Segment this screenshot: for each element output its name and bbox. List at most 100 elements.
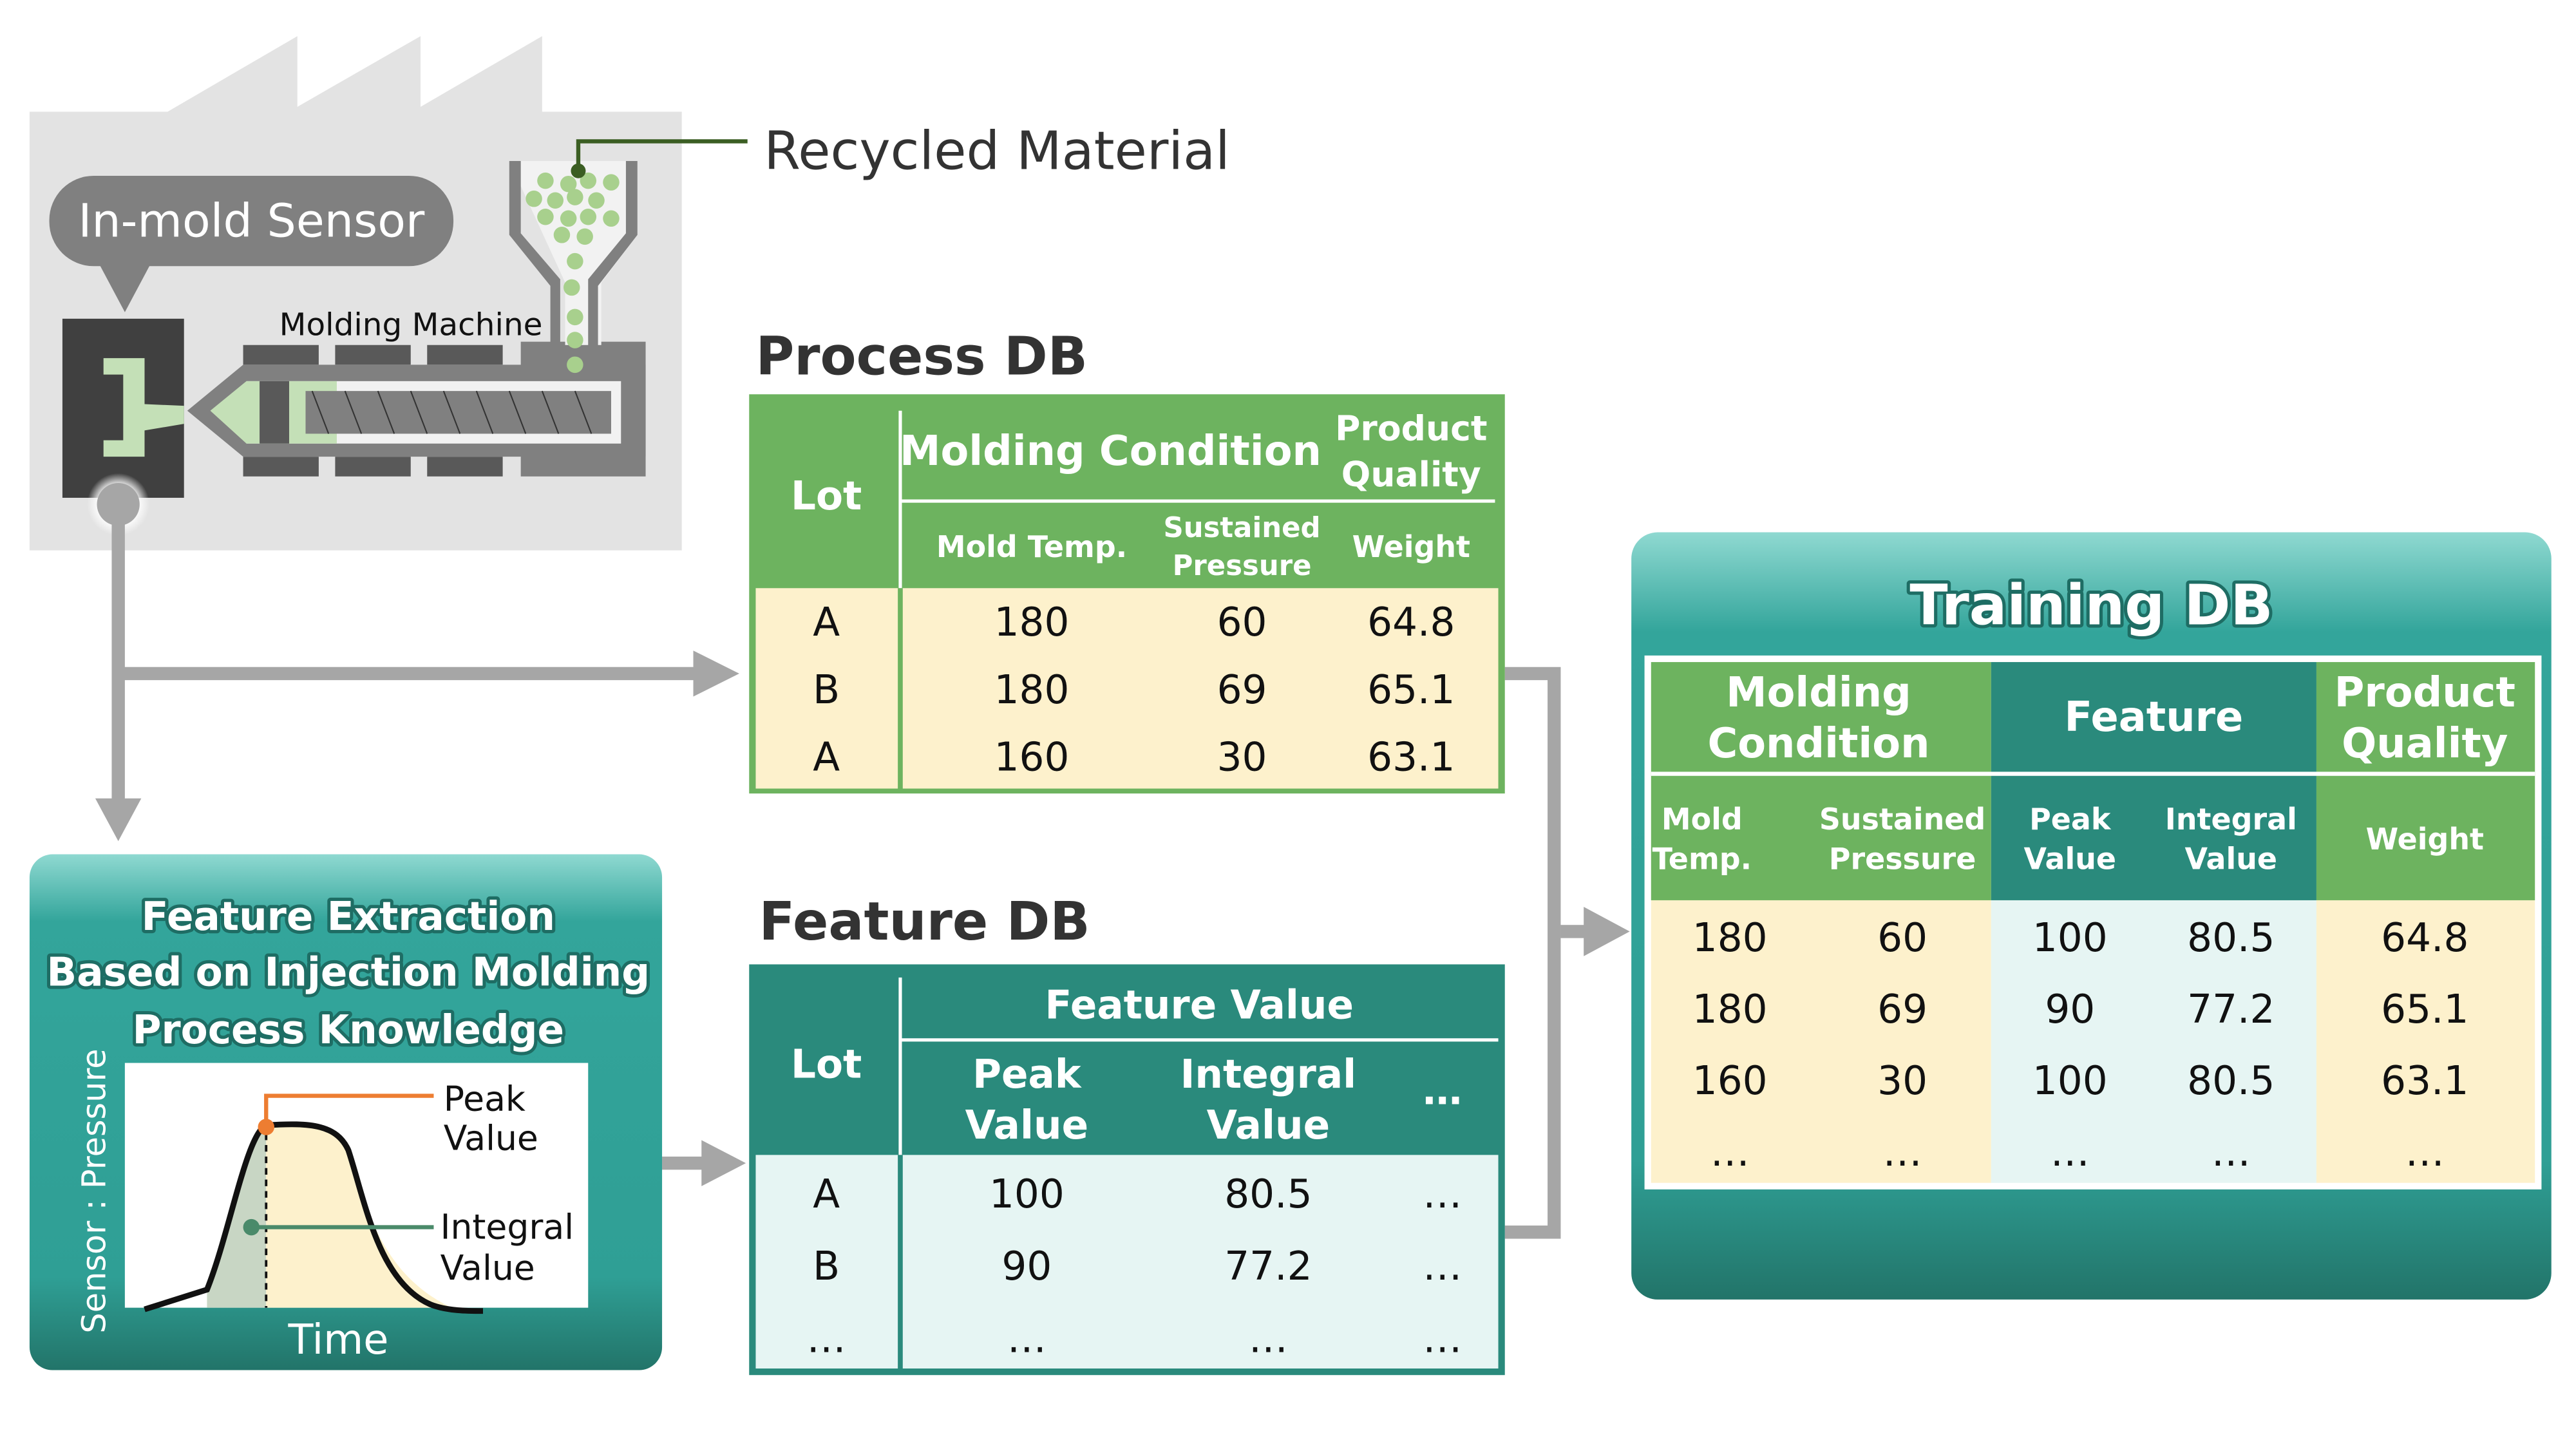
header-more: … xyxy=(1423,1068,1462,1113)
table-cell: 77.2 xyxy=(2187,987,2275,1032)
table-cell: A xyxy=(813,600,840,645)
table-cell: 64.8 xyxy=(1367,600,1455,645)
header-product-quality-2: Quality xyxy=(1341,454,1481,495)
header-integral-value-2: Value xyxy=(1207,1103,1330,1148)
in-mold-sensor-label: In-mold Sensor xyxy=(78,194,425,247)
table-cell: 65.1 xyxy=(1367,667,1455,713)
table-cell: … xyxy=(807,1316,846,1361)
arrow-right-to-feature-db xyxy=(701,1140,746,1186)
table-cell: 100 xyxy=(2032,1058,2108,1104)
molding-machine-label: Molding Machine xyxy=(279,307,543,343)
extraction-title-line-3: Process Knowledge xyxy=(133,1007,564,1053)
table-cell: 180 xyxy=(1692,915,1768,961)
x-axis-label: Time xyxy=(287,1316,388,1364)
table-cell: 69 xyxy=(1877,987,1927,1032)
table-cell: … xyxy=(1710,1130,1750,1175)
header-peak-value: Peak xyxy=(972,1052,1082,1097)
table-cell: 80.5 xyxy=(1224,1171,1312,1217)
arrow-right-to-process-db xyxy=(693,650,739,697)
subheader: Value xyxy=(2024,841,2117,876)
table-cell: 180 xyxy=(1692,987,1768,1032)
table-cell: … xyxy=(1423,1316,1462,1361)
table-cell: 180 xyxy=(994,667,1070,713)
table-cell: … xyxy=(2050,1130,2090,1175)
arrow-right-to-training-db xyxy=(1584,907,1630,956)
table-cell: … xyxy=(1249,1316,1288,1361)
extraction-title-line-2: Based on Injection Molding xyxy=(47,950,650,996)
table-cell: 63.1 xyxy=(1367,734,1455,780)
process-db: Process DB Lot Molding Condition Product… xyxy=(749,327,1505,794)
table-cell: … xyxy=(2405,1130,2445,1175)
table-cell: … xyxy=(1423,1244,1462,1289)
peak-value-label-2: Value xyxy=(444,1118,538,1159)
table-cell: A xyxy=(813,1171,840,1217)
peak-value-label: Peak xyxy=(444,1078,526,1119)
feature-extraction-panel: Feature Extraction Based on Injection Mo… xyxy=(29,854,663,1370)
table-cell: 100 xyxy=(2032,915,2108,961)
mold-icon xyxy=(62,318,184,498)
table-cell: 30 xyxy=(1217,734,1267,780)
integral-value-label: Integral xyxy=(440,1206,574,1247)
feature-db-title: Feature DB xyxy=(759,891,1090,952)
group-product-quality: Product xyxy=(2334,669,2515,717)
header-integral-value: Integral xyxy=(1180,1052,1356,1097)
table-cell: 90 xyxy=(2045,987,2095,1032)
subheader: Temp. xyxy=(1653,841,1752,876)
merge-connector xyxy=(1504,667,1561,1239)
training-db-title: Training DB xyxy=(1909,573,2273,638)
table-cell: 77.2 xyxy=(1224,1244,1312,1289)
table-cell: 90 xyxy=(1001,1244,1052,1289)
material-leader-dot xyxy=(571,163,586,178)
table-cell: 60 xyxy=(1217,600,1267,645)
table-cell: … xyxy=(2211,1130,2251,1175)
table-cell: 100 xyxy=(989,1171,1065,1217)
header-lot: Lot xyxy=(791,473,862,519)
table-cell: … xyxy=(1882,1130,1922,1175)
sensor-icon xyxy=(97,483,140,526)
subheader: Integral xyxy=(2165,802,2297,837)
header-sustained-pressure-2: Pressure xyxy=(1173,550,1312,582)
subheader: Sustained xyxy=(1819,802,1985,837)
table-cell: 65.1 xyxy=(2381,987,2468,1032)
subheader: Mold xyxy=(1662,802,1743,837)
header-sustained-pressure: Sustained xyxy=(1164,512,1321,544)
header-product-quality: Product xyxy=(1335,408,1487,449)
table-cell: 180 xyxy=(994,600,1070,645)
table-cell: … xyxy=(1423,1171,1462,1217)
header-molding-condition: Molding Condition xyxy=(900,428,1321,475)
group-molding-condition: Molding xyxy=(1726,669,1911,717)
subheader: Value xyxy=(2185,841,2278,876)
peak-marker xyxy=(258,1119,275,1135)
table-cell: B xyxy=(813,667,840,713)
header-feature-value: Feature Value xyxy=(1045,983,1354,1028)
table-cell: 160 xyxy=(994,734,1070,780)
table-cell: 80.5 xyxy=(2187,915,2275,961)
table-cell: 80.5 xyxy=(2187,1058,2275,1104)
group-product-quality-2: Quality xyxy=(2342,720,2508,768)
table-cell: A xyxy=(813,734,840,780)
group-molding-condition-2: Condition xyxy=(1707,720,1929,768)
y-axis-label: Sensor : Pressure xyxy=(75,1048,113,1333)
integral-marker xyxy=(243,1218,260,1236)
header-peak-value-2: Value xyxy=(965,1103,1088,1148)
recycled-material-label: Recycled Material xyxy=(764,121,1230,182)
extraction-title-line-1: Feature Extraction xyxy=(142,894,555,940)
table-cell: 63.1 xyxy=(2381,1058,2468,1104)
table-cell: … xyxy=(1007,1316,1046,1361)
feature-db: Feature DB Lot Feature Value Peak Value … xyxy=(749,891,1505,1376)
header-weight: Weight xyxy=(1352,529,1470,564)
table-cell: B xyxy=(813,1244,840,1289)
table-cell: 69 xyxy=(1217,667,1267,713)
training-db: Training DB Molding Condition Feature Pr… xyxy=(1631,532,2552,1300)
subheader: Pressure xyxy=(1829,841,1976,876)
table-cell: 60 xyxy=(1877,915,1927,961)
table-cell: 30 xyxy=(1877,1058,1927,1104)
diagram-canvas: In-mold Sensor Molding Machine Recycled … xyxy=(29,36,2552,1376)
subheader: Weight xyxy=(2366,822,2484,857)
arrow-down-to-extraction xyxy=(95,798,142,842)
group-feature: Feature xyxy=(2064,694,2243,741)
subheader: Peak xyxy=(2029,802,2112,837)
integral-value-label-2: Value xyxy=(440,1247,535,1288)
header-lot: Lot xyxy=(791,1041,862,1087)
process-db-title: Process DB xyxy=(755,327,1087,388)
